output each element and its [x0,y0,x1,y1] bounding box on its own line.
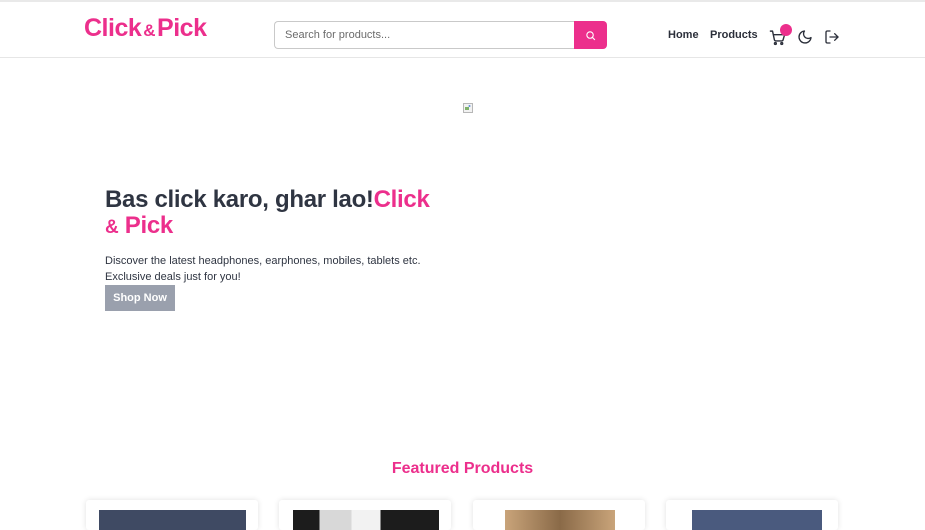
product-card[interactable] [473,500,645,530]
hero-brand-pick: Pick [124,212,173,239]
hero-desc-line2: Exclusive deals just for you! [105,271,241,283]
hero-title: Bas click karo, ghar lao!Click & Pick [105,187,445,241]
search-button[interactable] [574,21,607,49]
product-image [505,510,615,530]
navbar: Click&Pick Home Products [0,2,925,58]
hero-image-broken [463,100,473,113]
logo[interactable]: Click &Pick [84,14,207,43]
logout-icon [825,30,839,44]
hero-brand-click: Click [373,186,430,213]
logo-click: Click [84,14,142,42]
moon-icon [798,30,812,44]
shop-now-button[interactable]: Shop Now [105,285,175,311]
product-image [692,510,822,530]
logo-amp: & [143,21,156,40]
theme-toggle-button[interactable] [795,26,815,48]
search-bar [274,21,607,49]
hero-desc-line1: Discover the latest headphones, earphone… [105,255,421,267]
hero-title-plain: Bas click karo, ghar lao! [105,186,374,213]
cart-badge [780,24,792,36]
nav-products-link[interactable]: Products [710,29,758,41]
nav-home-link[interactable]: Home [668,29,699,41]
product-card[interactable] [86,500,258,530]
logo-pick: Pick [157,14,207,42]
hero-description: Discover the latest headphones, earphone… [105,253,435,285]
product-card[interactable] [666,500,838,530]
logout-button[interactable] [822,26,842,48]
product-card[interactable] [279,500,451,530]
search-icon [586,30,596,40]
featured-products-heading: Featured Products [391,460,534,477]
search-input[interactable] [274,21,574,49]
product-image [99,510,246,530]
hero-brand-amp: & [105,217,119,238]
product-image [293,510,439,530]
